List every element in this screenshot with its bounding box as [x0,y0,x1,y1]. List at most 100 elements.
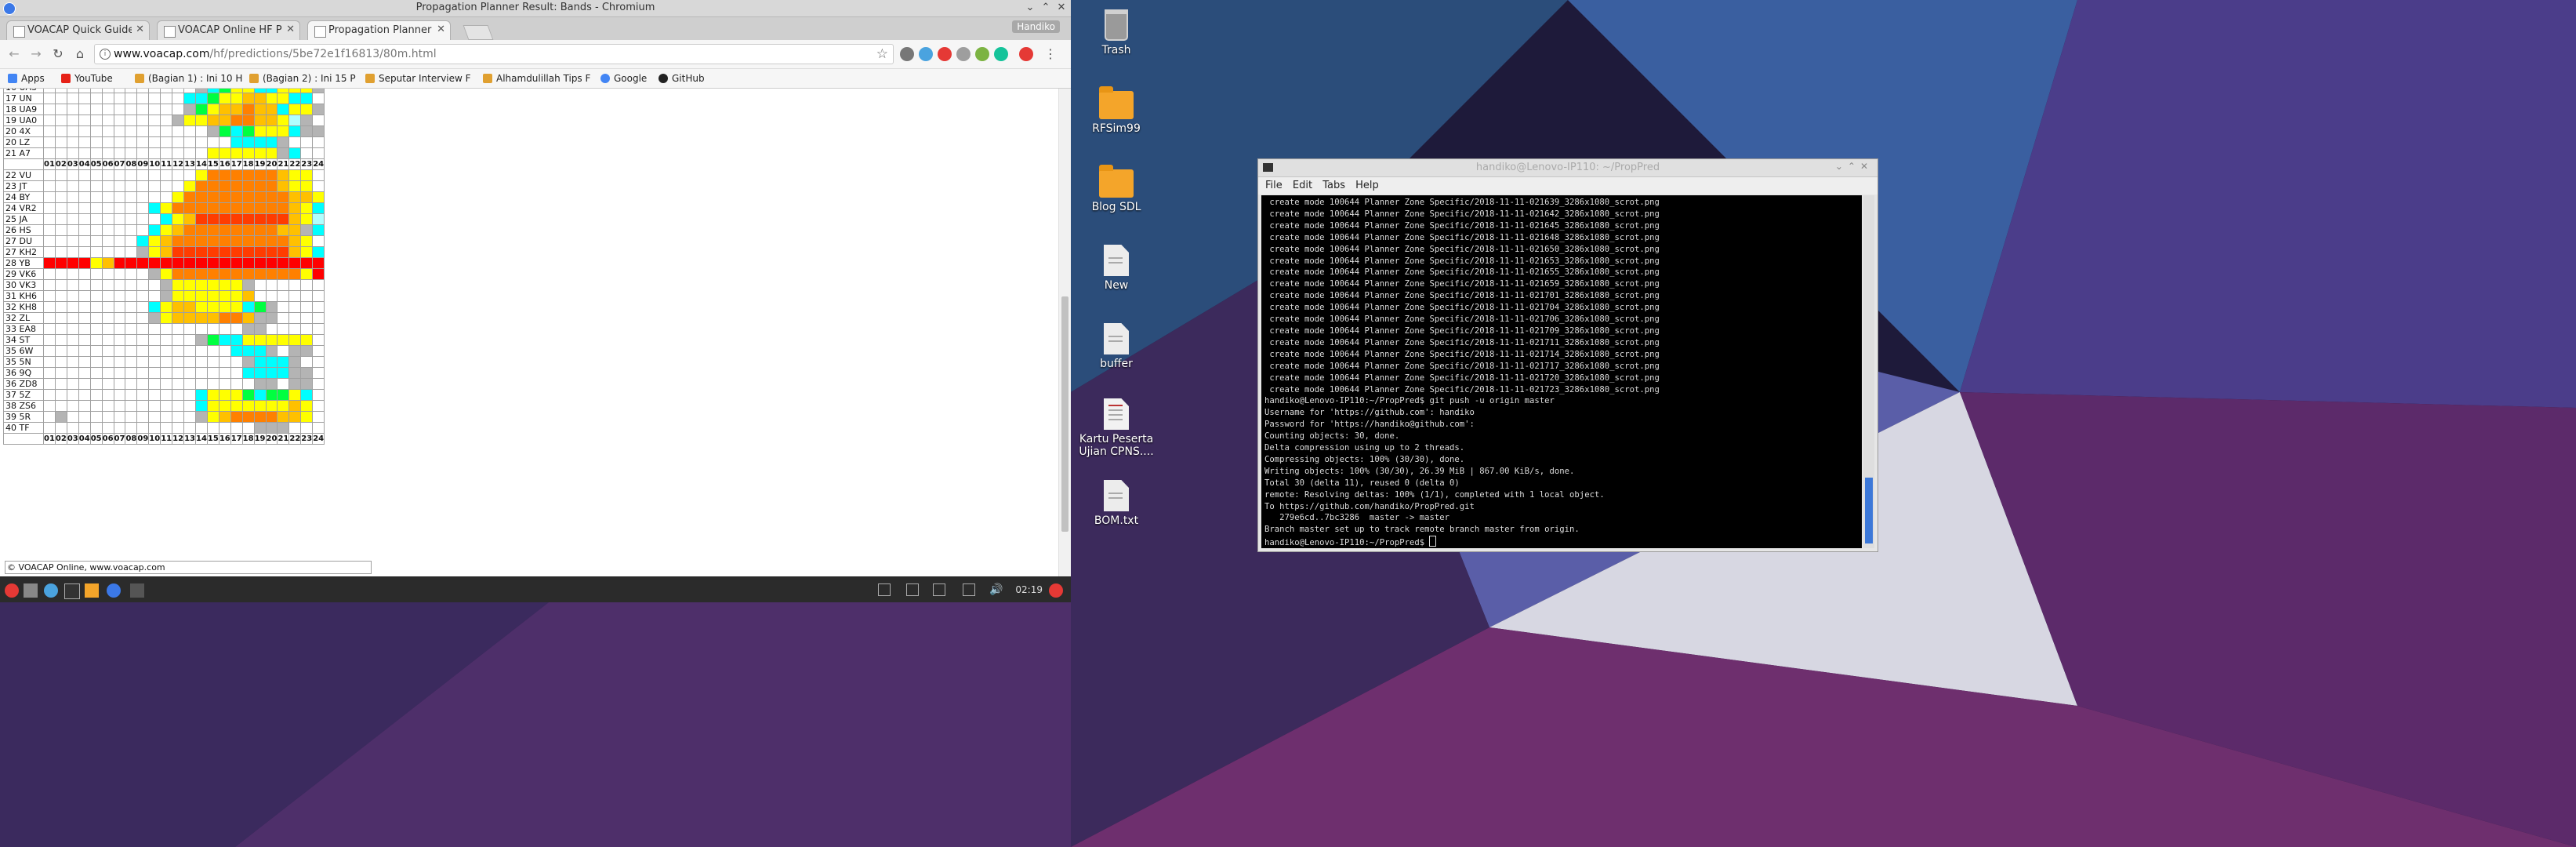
zone-label: 27 DU [3,235,44,247]
clipboard-icon[interactable] [906,583,919,596]
menu-help[interactable]: Help [1355,180,1379,191]
bookmark-star-icon[interactable]: ☆ [876,45,888,64]
reliability-cell [300,180,314,192]
reliability-cell [43,378,56,390]
zone-row: 21 A7 [3,147,325,159]
grammarly-icon[interactable] [994,47,1008,61]
terminal-line: create mode 100644 Planner Zone Specific… [1264,244,1660,254]
scrollbar-thumb[interactable] [1865,478,1873,543]
zone-label: 19 UA0 [3,115,44,126]
bookmark-github[interactable]: GitHub [659,73,705,84]
terminal-output[interactable]: create mode 100644 Planner Zone Specific… [1261,195,1862,548]
bookmark-bagian-1[interactable]: (Bagian 1) : Ini 10 H [135,73,242,84]
reliability-cell [300,389,314,401]
reliability-cell [136,268,150,280]
desktop-icon-buffer[interactable]: buffer [1069,323,1163,370]
maximize-icon[interactable]: ⌃ [1039,2,1052,14]
menu-edit[interactable]: Edit [1293,180,1312,191]
reliability-cell [241,422,255,434]
reliability-cell [194,93,208,104]
profile-button[interactable]: Handiko [1012,20,1060,33]
minimize-icon[interactable]: ⌄ [1024,2,1036,14]
reliability-cell [312,147,325,159]
window-switcher-icon[interactable] [878,583,891,596]
taskbar-clock[interactable]: 02:19 [1015,584,1043,595]
extension-icon[interactable] [956,47,971,61]
reliability-cell [54,422,67,434]
start-menu-icon[interactable] [5,583,19,598]
window-titlebar[interactable]: Propagation Planner Result: Bands - Chro… [0,0,1071,17]
reliability-cell [89,104,103,115]
display-icon[interactable] [933,583,945,596]
bookmark-bagian-2[interactable]: (Bagian 2) : Ini 15 P [249,73,356,84]
chromium-launcher-icon[interactable] [107,583,121,598]
reliability-cell [89,147,103,159]
network-icon[interactable] [24,583,38,598]
tray-network-icon[interactable] [963,583,975,596]
file-manager-icon[interactable] [85,583,99,598]
terminal-titlebar[interactable]: handiko@Lenovo-IP110: ~/PropPred ⌄⌃✕ [1258,159,1878,177]
menu-tabs[interactable]: Tabs [1322,180,1345,191]
tab-voacap-quick-guide[interactable]: VOACAP Quick Guide: H ✕ [6,20,150,40]
desktop-icon-blog-sdl[interactable]: Blog SDL [1069,165,1163,213]
reliability-cell [113,323,126,335]
desktop-icon-kartu-peserta[interactable]: Kartu Peserta Ujian CPNS.... [1069,398,1163,458]
home-icon[interactable]: ⌂ [72,46,88,62]
browser-launcher-icon[interactable] [44,583,58,598]
bookmark-alhamdulillah[interactable]: Alhamdulillah Tips F [483,73,590,84]
forward-icon[interactable]: → [28,46,44,62]
bookmark-page-icon [365,74,375,83]
reliability-cell [277,213,290,225]
bookmark-seputar-interview[interactable]: Seputar Interview F [365,73,471,84]
bookmark-apps[interactable]: Apps [8,73,45,84]
extension-icon[interactable] [938,47,952,61]
menu-file[interactable]: File [1265,180,1283,191]
desktop-icon-new[interactable]: New [1069,245,1163,292]
reliability-cell [218,246,231,258]
back-icon[interactable]: ← [6,46,22,62]
reliability-cell [66,169,79,181]
terminal-scrollbar[interactable] [1863,195,1874,548]
tab-close-icon[interactable]: ✕ [437,24,445,35]
close-icon[interactable]: ✕ [1055,2,1068,14]
menu-kebab-icon[interactable]: ⋮ [1043,46,1058,62]
bookmark-youtube[interactable]: YouTube [61,73,113,84]
reliability-cell [66,246,79,258]
terminal-line: 279e6cd..7bc3286 master -> master [1264,513,1449,523]
extension-icon[interactable] [1019,47,1033,61]
reliability-cell [78,334,91,346]
zone-row: 36 ZD8 [3,378,325,390]
desktop-icon-rfsim99[interactable]: RFSim99 [1069,86,1163,135]
tab-close-icon[interactable]: ✕ [286,24,295,35]
extension-icon[interactable] [919,47,933,61]
scrollbar-thumb[interactable] [1061,296,1068,532]
reliability-cell [43,345,56,357]
desktop-icon-trash-main[interactable]: Trash [1069,9,1163,56]
tab-voacap-online[interactable]: VOACAP Online HF Pred ✕ [157,20,300,40]
terminal-menubar: File Edit Tabs Help [1258,177,1878,194]
address-bar[interactable]: i www.voacap.com/hf/predictions/5be72e1f… [94,44,894,64]
reliability-cell [277,323,290,335]
desktop-icon[interactable] [64,583,80,599]
new-tab-button[interactable] [463,25,494,40]
zone-row: 38 ZS6 [3,400,325,412]
bookmark-google[interactable]: Google [600,73,647,84]
volume-icon[interactable]: 🔊 [989,583,1003,598]
terminal-window-controls[interactable]: ⌄⌃✕ [1835,161,1873,172]
reliability-cell [183,257,196,269]
reliability-cell [218,400,231,412]
power-icon[interactable] [1049,583,1063,598]
tab-close-icon[interactable]: ✕ [136,24,144,35]
reliability-cell [160,104,173,115]
tab-propagation-planner[interactable]: Propagation Planner Re ✕ [307,20,451,40]
desktop-icon-bom-txt[interactable]: BOM.txt [1069,480,1163,527]
reliability-cell [183,125,196,137]
extension-icon[interactable] [900,47,914,61]
reliability-cell [218,180,231,192]
reliability-cell [101,422,114,434]
site-info-icon[interactable]: i [100,49,111,60]
terminal-launcher-icon[interactable] [130,583,144,598]
extension-icon[interactable] [975,47,989,61]
reliability-cell [253,104,267,115]
reload-icon[interactable]: ↻ [50,46,66,62]
